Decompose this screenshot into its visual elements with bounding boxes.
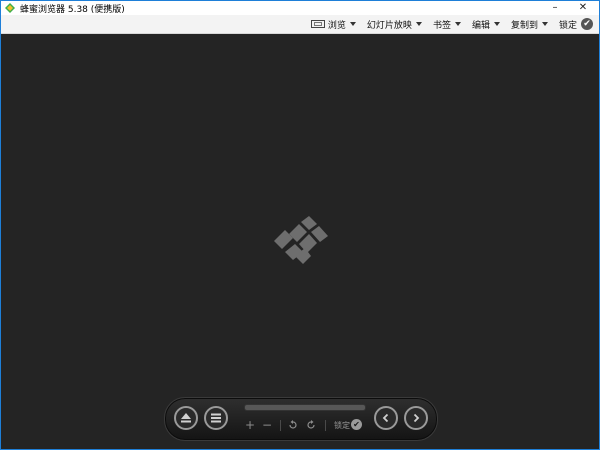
menu-slideshow[interactable]: 幻灯片放映 xyxy=(363,15,426,33)
window-title: 蜂蜜浏览器 5.38 (便携版) xyxy=(20,4,125,15)
view-mode-icon xyxy=(310,20,325,28)
chevron-down-icon xyxy=(541,22,548,26)
separator xyxy=(280,420,281,431)
title-bar[interactable]: 蜂蜜浏览器 5.38 (便携版) – ✕ xyxy=(1,1,599,15)
menu-bookmarks-label: 书签 xyxy=(432,20,451,31)
app-window: 蜂蜜浏览器 5.38 (便携版) – ✕ 浏览 幻灯片放映 书签 编辑 复制到 xyxy=(0,0,600,450)
menu-browse[interactable]: 浏览 xyxy=(307,15,360,33)
app-logo-icon xyxy=(5,3,15,13)
rotate-right-icon xyxy=(307,420,315,429)
minimize-button[interactable]: – xyxy=(541,1,569,15)
diamond-logo-icon xyxy=(274,216,328,264)
menu-bookmarks[interactable]: 书签 xyxy=(429,15,465,33)
eject-icon xyxy=(181,413,191,423)
menu-edit-label: 编辑 xyxy=(471,20,490,31)
menu-copy-to-label: 复制到 xyxy=(510,20,538,31)
lock-label[interactable]: 锁定 xyxy=(334,420,350,431)
chevron-down-icon xyxy=(493,22,500,26)
check-circle-icon: ✔ xyxy=(581,18,593,30)
chevron-left-icon xyxy=(382,413,389,423)
chevron-down-icon xyxy=(415,22,422,26)
menu-lock[interactable]: 锁定 ✔ xyxy=(555,15,597,33)
menu-browse-label: 浏览 xyxy=(327,20,346,31)
menu-lock-label: 锁定 xyxy=(558,20,577,31)
next-button[interactable] xyxy=(404,406,428,430)
menu-bar: 浏览 幻灯片放映 书签 编辑 复制到 锁定 ✔ xyxy=(1,15,599,34)
bottom-toolbar: + − 锁定 ✔ xyxy=(164,397,438,441)
chevron-down-icon xyxy=(349,22,356,26)
rotate-right-button[interactable] xyxy=(304,418,318,432)
rotate-left-button[interactable] xyxy=(286,418,300,432)
chevron-down-icon xyxy=(454,22,461,26)
menu-edit[interactable]: 编辑 xyxy=(468,15,504,33)
seek-slider[interactable] xyxy=(244,404,366,411)
menu-slideshow-label: 幻灯片放映 xyxy=(366,20,412,31)
rotate-left-icon xyxy=(289,420,297,429)
zoom-out-button[interactable]: − xyxy=(260,418,274,432)
previous-button[interactable] xyxy=(374,406,398,430)
window-controls: – ✕ xyxy=(541,1,597,15)
menu-list-button[interactable] xyxy=(204,406,228,430)
eject-button[interactable] xyxy=(174,406,198,430)
menu-list-icon xyxy=(211,413,221,423)
separator xyxy=(325,420,326,431)
menu-copy-to[interactable]: 复制到 xyxy=(507,15,552,33)
zoom-in-button[interactable]: + xyxy=(243,418,257,432)
close-button[interactable]: ✕ xyxy=(569,1,597,15)
chevron-right-icon xyxy=(413,413,420,423)
check-circle-icon[interactable]: ✔ xyxy=(351,419,362,430)
